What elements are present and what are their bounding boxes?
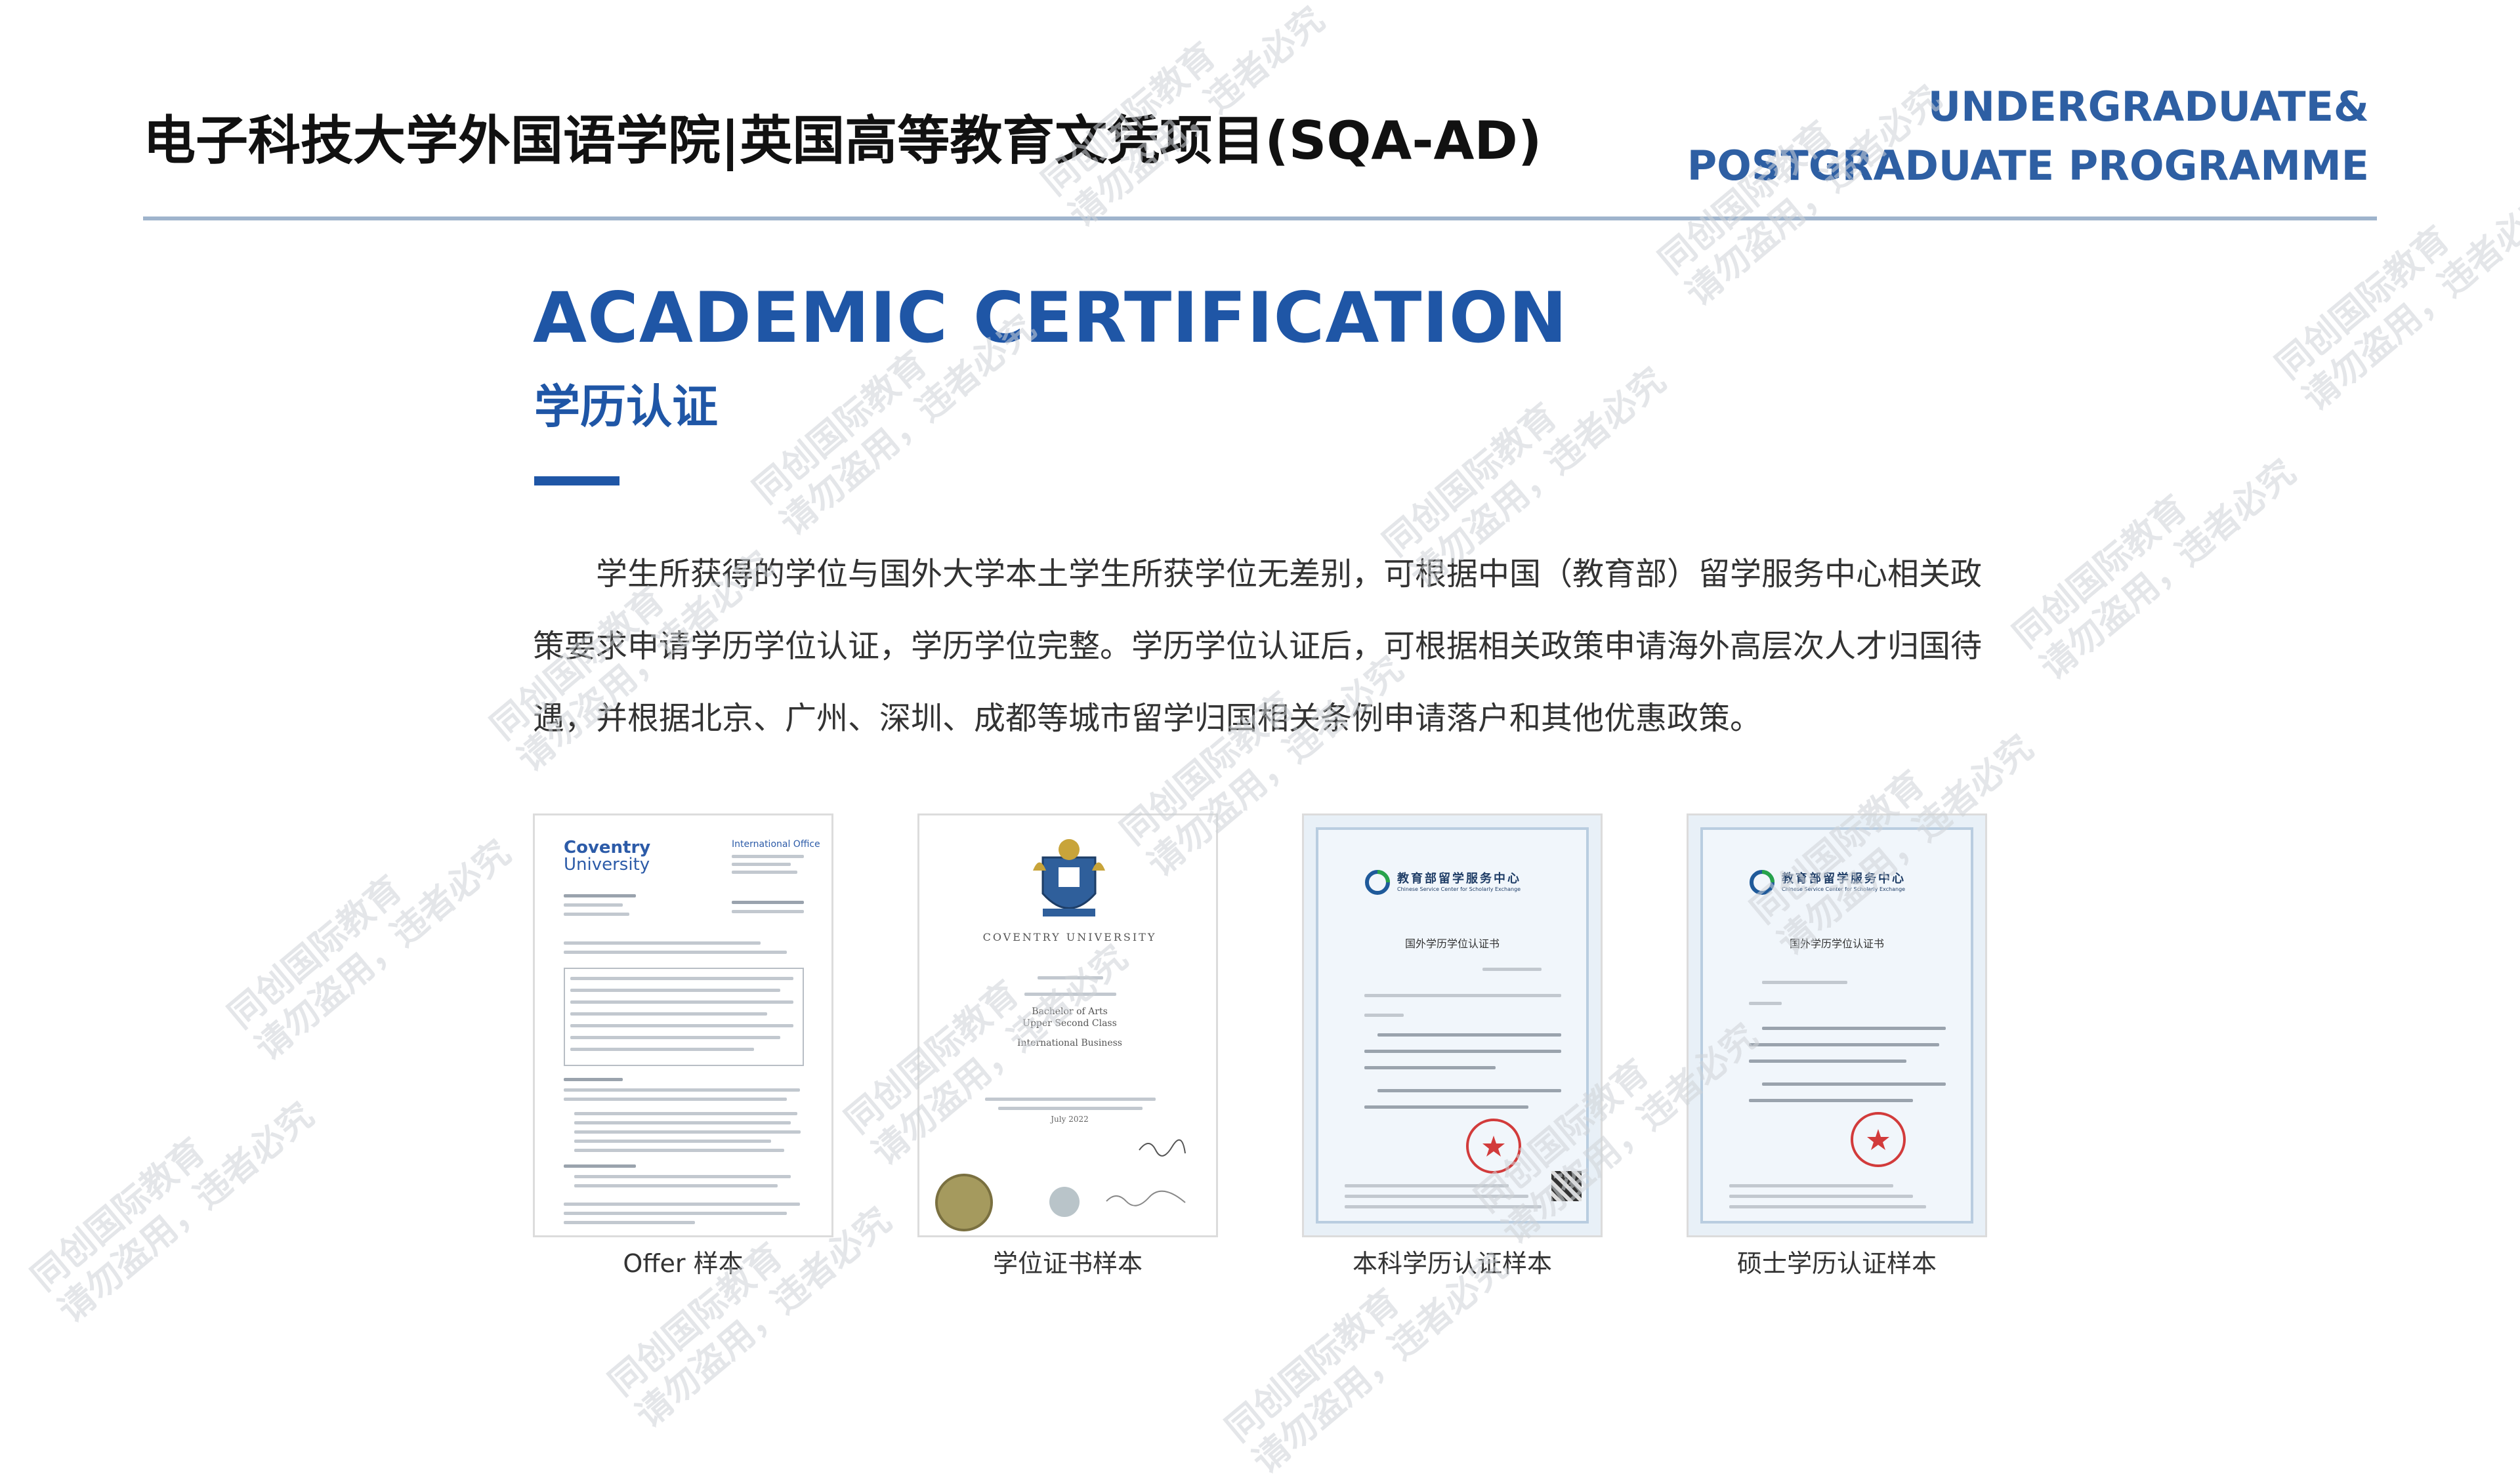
cert-org-name-en: Chinese Service Center for Scholarly Exc…: [1397, 886, 1521, 892]
bachelor-certification-image: 教育部留学服务中心 Chinese Service Center for Sch…: [1302, 813, 1603, 1237]
degree-line-3: International Business: [1017, 1038, 1122, 1048]
accent-bar: [534, 476, 620, 485]
red-seal-icon: [1851, 1112, 1906, 1167]
watermark: 同创国际教育 请勿盗用，违者必究: [2005, 451, 2303, 688]
degree-certificate-image: COVENTRY UNIVERSITY Bachelor of Arts Upp…: [917, 813, 1218, 1237]
master-certification-image: 教育部留学服务中心 Chinese Service Center for Sch…: [1687, 813, 1987, 1237]
page-title: 电子科技大学外国语学院|英国高等教育文凭项目(SQA-AD): [143, 110, 1542, 171]
cert-title: 国外学历学位认证书: [1404, 937, 1500, 950]
cert-org-name-en: Chinese Service Center for Scholarly Exc…: [1782, 886, 1906, 892]
cscse-logo-icon: [1749, 869, 1775, 895]
header-divider: [143, 216, 2377, 220]
section-title-cn: 学历认证: [534, 380, 718, 434]
university-crest-icon: [1030, 831, 1108, 930]
logo-line-1: Coventry: [564, 838, 651, 857]
caption-offer: Offer 样本: [623, 1249, 744, 1278]
degree-date: July 2022: [1051, 1115, 1089, 1124]
caption-master-cert: 硕士学历认证样本: [1736, 1249, 1937, 1278]
logo-line-2: University: [564, 855, 650, 875]
programme-line-1: UNDERGRADUATE&: [1927, 83, 2369, 131]
signature-icon: [1136, 1137, 1188, 1157]
cscse-logo-icon: [1364, 869, 1391, 895]
hologram-icon: [1049, 1187, 1080, 1217]
cert-title: 国外学历学位认证书: [1789, 937, 1884, 950]
watermark: 同创国际教育 请勿盗用，违者必究: [220, 831, 518, 1069]
body-paragraph-text: 学生所获得的学位与国外大学本土学生所获学位无差别，可根据中国（教育部）留学服务中…: [533, 556, 1983, 737]
office-label: International Office: [732, 839, 820, 850]
body-paragraph: 学生所获得的学位与国外大学本土学生所获学位无差别，可根据中国（教育部）留学服务中…: [533, 538, 1996, 754]
cert-org-name: 教育部留学服务中心: [1397, 872, 1521, 886]
university-name: COVENTRY UNIVERSITY: [982, 931, 1157, 943]
programme-label: UNDERGRADUATE& POSTGRADUATE PROGRAMME: [1582, 77, 2369, 196]
programme-line-2: POSTGRADUATE PROGRAMME: [1687, 142, 2369, 190]
signature-2-icon: [1103, 1189, 1188, 1209]
qr-code-icon: [1551, 1171, 1582, 1201]
degree-line-1: Bachelor of Arts: [1032, 1006, 1108, 1017]
gold-seal-icon: [935, 1174, 993, 1231]
offer-letter-image: Coventry University International Office: [533, 813, 833, 1237]
degree-line-2: Upper Second Class: [1022, 1018, 1117, 1029]
degree-text: Bachelor of Arts Upper Second Class Inte…: [919, 1006, 1216, 1049]
cert-org-name: 教育部留学服务中心: [1782, 872, 1906, 886]
offer-details-table: [564, 968, 804, 1066]
watermark: 同创国际教育 请勿盗用，违者必究: [23, 1094, 322, 1331]
red-seal-icon: [1466, 1119, 1521, 1174]
caption-degree: 学位证书样本: [992, 1249, 1143, 1278]
section-title-en: ACADEMIC CERTIFICATION: [533, 278, 1568, 358]
coventry-logo: Coventry University: [564, 839, 650, 873]
caption-bachelor-cert: 本科学历认证样本: [1352, 1249, 1552, 1278]
